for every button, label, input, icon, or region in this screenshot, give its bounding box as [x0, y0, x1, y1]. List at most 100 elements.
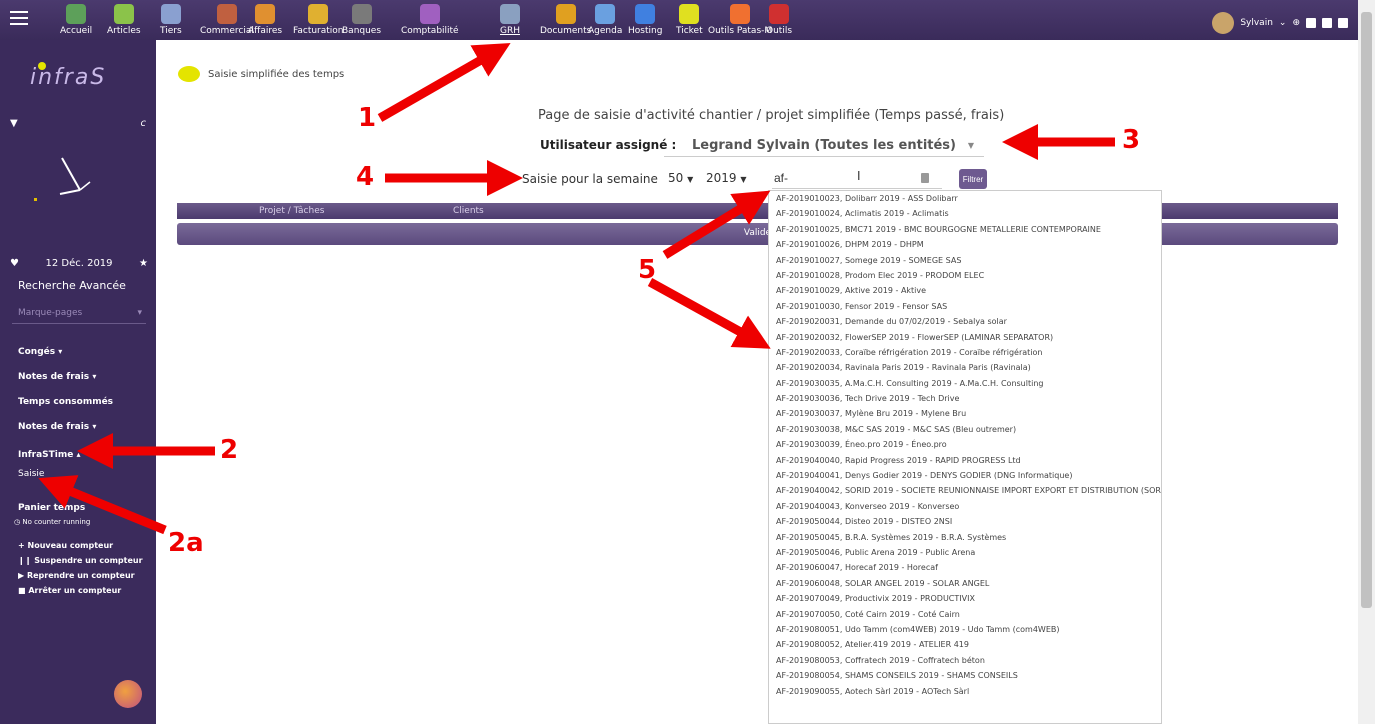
- agenda-icon: [595, 4, 616, 24]
- heart-icon[interactable]: ♥: [10, 258, 19, 269]
- sidebar-item-notes-de-frais[interactable]: Notes de frais ▾: [18, 372, 96, 382]
- dropdown-option[interactable]: AF-2019010029, Aktive 2019 - Aktive: [769, 283, 1161, 298]
- triangle-down-icon[interactable]: ▼: [10, 118, 18, 129]
- dropdown-option[interactable]: AF-2019010030, Fensor 2019 - Fensor SAS: [769, 299, 1161, 314]
- dropdown-option[interactable]: AF-2019060047, Horecaf 2019 - Horecaf: [769, 560, 1161, 575]
- dropdown-option[interactable]: AF-2019080054, SHAMS CONSEILS 2019 - SHA…: [769, 668, 1161, 683]
- dropdown-option[interactable]: AF-2019020033, Coraïbe réfrigération 201…: [769, 345, 1161, 360]
- dropdown-option[interactable]: AF-2019020032, FlowerSEP 2019 - FlowerSE…: [769, 330, 1161, 345]
- bookmarks-select[interactable]: Marque-pages ▾: [12, 308, 146, 324]
- dropdown-option[interactable]: AF-2019040041, Denys Godier 2019 - DENYS…: [769, 468, 1161, 483]
- annotation-arrow-5b: [647, 278, 771, 349]
- dropdown-option[interactable]: AF-2019030039, Éneo.pro 2019 - Éneo.pro: [769, 437, 1161, 452]
- affaires-icon: [255, 4, 276, 24]
- year-select[interactable]: 2019 ▼: [706, 168, 747, 188]
- dropdown-option[interactable]: AF-2019080051, Udo Tamm (com4WEB) 2019 -…: [769, 622, 1161, 637]
- sidebar-item-notes-de-frais-2[interactable]: Notes de frais ▾: [18, 422, 96, 432]
- dropdown-option[interactable]: AF-2019010028, Prodom Elec 2019 - PRODOM…: [769, 268, 1161, 283]
- dropdown-option[interactable]: AF-2019060048, SOLAR ANGEL 2019 - SOLAR …: [769, 576, 1161, 591]
- scrollbar-thumb[interactable]: [1361, 12, 1372, 608]
- print-icon[interactable]: [1338, 18, 1348, 28]
- new-counter-label: Nouveau compteur: [27, 541, 114, 550]
- menu-item-label: Ticket: [676, 26, 703, 36]
- dropdown-option[interactable]: AF-2019050045, B.R.A. Systèmes 2019 - B.…: [769, 530, 1161, 545]
- validate-button[interactable]: Valide: [177, 223, 1338, 245]
- sidebar-item-conges[interactable]: Congés ▾: [18, 347, 62, 357]
- menu-item-grh[interactable]: GRH: [500, 4, 520, 36]
- dropdown-option[interactable]: AF-2019040043, Konverseo 2019 - Konverse…: [769, 499, 1161, 514]
- dropdown-option[interactable]: AF-2019030036, Tech Drive 2019 - Tech Dr…: [769, 391, 1161, 406]
- dropdown-option[interactable]: AF-2019040040, Rapid Progress 2019 - RAP…: [769, 453, 1161, 468]
- user-area: Sylvain ⌄ ⊕: [1212, 12, 1348, 34]
- menu-item-affaires[interactable]: Affaires: [248, 4, 282, 36]
- articles-icon: [113, 4, 134, 24]
- pause-icon: ❙❙: [18, 556, 32, 565]
- star-icon[interactable]: ★: [139, 258, 148, 269]
- annotation-number-4: 4: [356, 162, 375, 192]
- tiers-icon: [160, 4, 181, 24]
- dropdown-option[interactable]: AF-2019080052, Atelier.419 2019 - ATELIE…: [769, 637, 1161, 652]
- infras-logo[interactable]: infraS: [30, 65, 106, 90]
- menu-item-tiers[interactable]: Tiers: [160, 4, 182, 36]
- dropdown-option[interactable]: AF-2019040042, SORID 2019 - SOCIETE REUN…: [769, 483, 1161, 498]
- user-avatar[interactable]: [1212, 12, 1235, 34]
- menu-item-hosting[interactable]: Hosting: [628, 4, 662, 36]
- dropdown-option[interactable]: AF-2019030038, M&C SAS 2019 - M&C SAS (B…: [769, 422, 1161, 437]
- dropdown-option[interactable]: AF-2019070049, Productivix 2019 - PRODUC…: [769, 591, 1161, 606]
- menu-item-documents[interactable]: Documents: [540, 4, 591, 36]
- resume-counter-link[interactable]: ▶ Reprendre un compteur: [18, 571, 135, 580]
- assigned-user-label: Utilisateur assigné :: [540, 138, 677, 152]
- calculator-icon[interactable]: [1322, 18, 1332, 28]
- week-select[interactable]: 50 ▼: [668, 168, 693, 188]
- clear-icon[interactable]: [921, 173, 929, 183]
- chevron-down-icon[interactable]: ⌄: [1279, 18, 1287, 28]
- dropdown-option[interactable]: AF-2019030035, A.Ma.C.H. Consulting 2019…: [769, 376, 1161, 391]
- banques-icon: [351, 4, 372, 24]
- sidebar-item-temps-consommes[interactable]: Temps consommés: [18, 397, 113, 407]
- menu-item-ticket[interactable]: Ticket: [676, 4, 703, 36]
- menu-item-outils-patas-m[interactable]: Outils Patas-M: [708, 4, 772, 36]
- menu-item-agenda[interactable]: Agenda: [588, 4, 622, 36]
- sidebar-item-infrastime[interactable]: InfraSTime ▴: [18, 450, 81, 460]
- facturation-icon: [308, 4, 329, 24]
- suspend-counter-link[interactable]: ❙❙ Suspendre un compteur: [18, 556, 143, 565]
- dropdown-option[interactable]: AF-2019010024, Aclimatis 2019 - Aclimati…: [769, 206, 1161, 221]
- menu-item-facturation[interactable]: Facturation: [293, 4, 344, 36]
- dropdown-option[interactable]: AF-2019010025, BMC71 2019 - BMC BOURGOGN…: [769, 222, 1161, 237]
- globe-icon[interactable]: ⊕: [1292, 18, 1300, 28]
- chevron-down-icon: ▾: [92, 422, 97, 431]
- page-scrollbar[interactable]: [1358, 0, 1375, 724]
- column-header-clients[interactable]: Clients: [453, 206, 484, 216]
- assigned-user-value: Legrand Sylvain (Toutes les entités): [691, 138, 956, 153]
- new-counter-link[interactable]: + Nouveau compteur: [18, 541, 113, 550]
- document-icon[interactable]: [1306, 18, 1316, 28]
- dropdown-option[interactable]: AF-2019020031, Demande du 07/02/2019 - S…: [769, 314, 1161, 329]
- dropdown-option[interactable]: AF-2019050046, Public Arena 2019 - Publi…: [769, 545, 1161, 560]
- user-name[interactable]: Sylvain: [1240, 18, 1273, 28]
- annotation-number-2: 2: [220, 435, 239, 465]
- menu-item-accueil[interactable]: Accueil: [60, 4, 92, 36]
- dropdown-option[interactable]: AF-2019050044, Disteo 2019 - DISTEO 2NSI: [769, 514, 1161, 529]
- stop-counter-link[interactable]: ■ Arrêter un compteur: [18, 586, 121, 595]
- dropdown-option[interactable]: AF-2019090055, Aotech Sàrl 2019 - AOTech…: [769, 684, 1161, 699]
- clock-toggle-row[interactable]: ▼ c: [10, 118, 146, 129]
- dropdown-option[interactable]: AF-2019010023, Dolibarr 2019 - ASS Dolib…: [769, 191, 1161, 206]
- hamburger-menu-icon[interactable]: [10, 11, 28, 25]
- menu-item-outils[interactable]: Outils: [766, 4, 792, 36]
- chevron-down-icon: ▾: [58, 347, 63, 356]
- menu-item-comptabilit-[interactable]: Comptabilité: [401, 4, 459, 36]
- menu-item-banques[interactable]: Banques: [342, 4, 381, 36]
- menu-item-articles[interactable]: Articles: [107, 4, 141, 36]
- assigned-user-select[interactable]: Legrand Sylvain (Toutes les entités) ▼: [664, 135, 984, 157]
- dropdown-option[interactable]: AF-2019010026, DHPM 2019 - DHPM: [769, 237, 1161, 252]
- dropdown-option[interactable]: AF-2019010027, Somege 2019 - SOMEGE SAS: [769, 253, 1161, 268]
- dropdown-option[interactable]: AF-2019070050, Coté Cairn 2019 - Coté Ca…: [769, 607, 1161, 622]
- dropdown-option[interactable]: AF-2019030037, Mylène Bru 2019 - Mylene …: [769, 406, 1161, 421]
- advanced-search-link[interactable]: Recherche Avancée: [18, 279, 126, 292]
- column-header-project[interactable]: Projet / Tâches: [259, 206, 324, 216]
- filter-button[interactable]: Filtrer: [959, 169, 987, 189]
- dropdown-option[interactable]: AF-2019080053, Coffratech 2019 - Coffrat…: [769, 653, 1161, 668]
- menu-item-commercial[interactable]: Commercial: [200, 4, 254, 36]
- dropdown-option[interactable]: AF-2019020034, Ravinala Paris 2019 - Rav…: [769, 360, 1161, 375]
- sidebar-item-saisie[interactable]: Saisie: [18, 469, 44, 479]
